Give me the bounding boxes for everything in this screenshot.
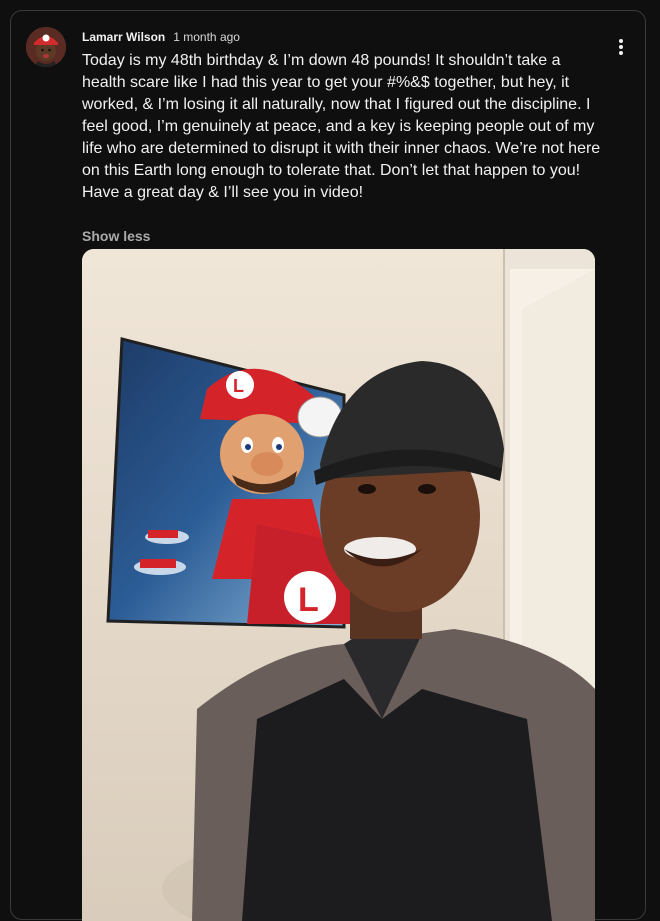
community-post-card: Lamarr Wilson 1 month ago Today is my 48t… bbox=[10, 10, 646, 921]
show-less-button[interactable]: Show less bbox=[82, 227, 150, 245]
svg-text:L: L bbox=[233, 376, 244, 396]
post-text: Today is my 48th birthday & I’m down 48 … bbox=[82, 50, 602, 204]
post-timestamp[interactable]: 1 month ago bbox=[173, 30, 240, 44]
svg-text:L: L bbox=[298, 581, 319, 619]
post-photo-illustration: L L bbox=[82, 249, 595, 921]
more-options-button[interactable] bbox=[615, 37, 627, 57]
avatar-image bbox=[26, 27, 66, 67]
post-text-paragraph: Today is my 48th birthday & I’m down 48 … bbox=[82, 52, 601, 179]
avatar[interactable] bbox=[26, 27, 66, 67]
more-vert-icon bbox=[619, 39, 623, 55]
post-photo[interactable]: L L bbox=[82, 249, 595, 921]
author-name[interactable]: Lamarr Wilson bbox=[82, 30, 165, 44]
post-header: Lamarr Wilson 1 month ago bbox=[82, 29, 240, 45]
post-text-paragraph: Have a great day & I’ll see you in video… bbox=[82, 184, 364, 201]
